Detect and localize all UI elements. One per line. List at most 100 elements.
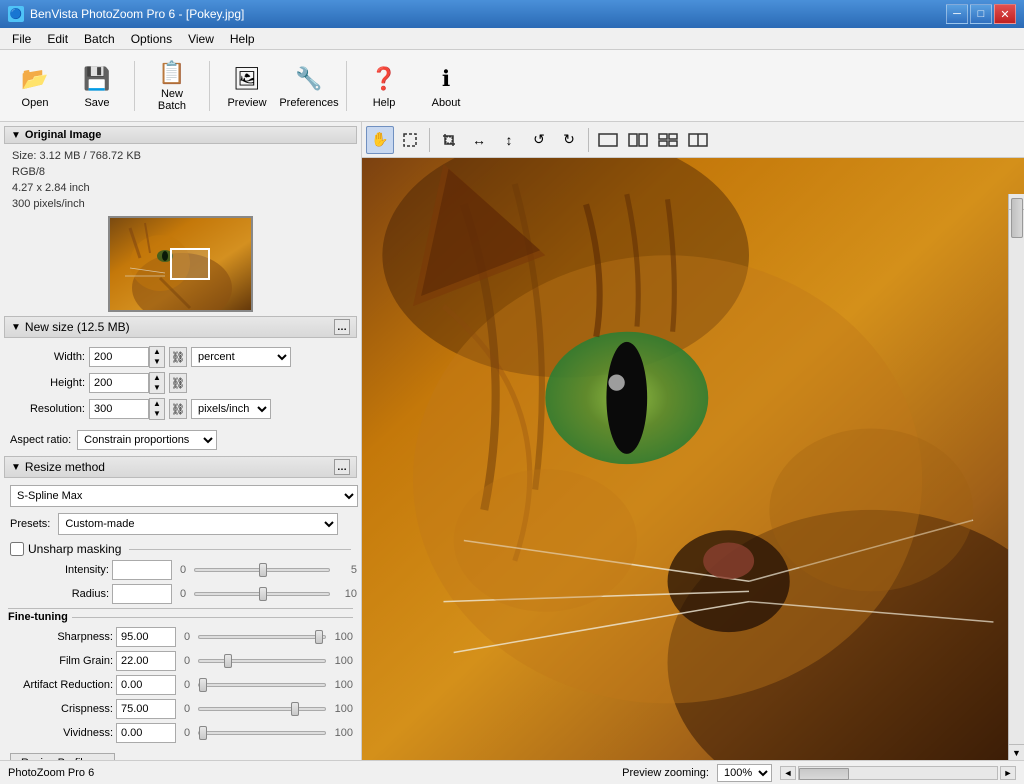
resize-method-select[interactable]: S-Spline Max S-Spline Lanczos Bicubic Bi… [10, 485, 358, 507]
crispness-input[interactable] [116, 699, 176, 719]
resolution-spin-buttons: ▲ ▼ [149, 398, 165, 420]
about-button[interactable]: ℹ About [417, 56, 475, 116]
width-input[interactable] [89, 347, 149, 367]
toolbar: 📂 Open 💾 Save 📋 New Batch 🖼 Preview 🔧 Pr… [0, 50, 1024, 122]
width-up-button[interactable]: ▲ [150, 347, 164, 357]
scroll-right-button[interactable]: ► [1000, 766, 1016, 780]
new-batch-icon: 📋 [156, 60, 188, 86]
sharpness-thumb[interactable] [315, 630, 323, 644]
rotate-cw-button[interactable]: ↻ [555, 126, 583, 154]
film-grain-thumb[interactable] [224, 654, 232, 668]
height-label: Height: [10, 377, 85, 389]
resize-profiles-button[interactable]: Resize Profiles... [10, 753, 115, 760]
height-input[interactable] [89, 373, 149, 393]
open-icon: 📂 [19, 63, 51, 95]
horizontal-scrollbar: ◄ ► [780, 766, 1016, 780]
height-down-button[interactable]: ▼ [150, 383, 164, 393]
split-view-1-button[interactable] [594, 126, 622, 154]
rotate-ccw-button[interactable]: ↺ [525, 126, 553, 154]
aspect-ratio-select[interactable]: Constrain proportions Free Custom [77, 430, 217, 450]
sharpness-zero: 0 [179, 631, 195, 643]
intensity-thumb[interactable] [259, 563, 267, 577]
menu-file[interactable]: File [4, 30, 39, 48]
preferences-button[interactable]: 🔧 Preferences [280, 56, 338, 116]
unit-select[interactable]: percent pixels inches cm mm [191, 347, 291, 367]
crispness-max: 100 [329, 703, 353, 715]
menu-options[interactable]: Options [123, 30, 180, 48]
open-button[interactable]: 📂 Open [6, 56, 64, 116]
intensity-input[interactable] [112, 560, 172, 580]
help-icon: ❓ [368, 63, 400, 95]
sharpness-input[interactable] [116, 627, 176, 647]
preferences-icon: 🔧 [293, 63, 325, 95]
resolution-up-button[interactable]: ▲ [150, 399, 164, 409]
image-size: Size: 3.12 MB / 768.72 KB [4, 148, 357, 164]
resolution-lock-button[interactable]: ⛓ [169, 399, 187, 419]
menu-help[interactable]: Help [222, 30, 263, 48]
split-view-3-button[interactable] [654, 126, 682, 154]
width-lock-button[interactable]: ⛓ [169, 347, 187, 367]
sharpness-max: 100 [329, 631, 353, 643]
flip-v-button[interactable]: ↕ [495, 126, 523, 154]
hscroll-thumb[interactable] [799, 768, 849, 780]
height-lock-button[interactable]: ⛓ [169, 373, 187, 393]
flip-h-button[interactable]: ↔ [465, 126, 493, 154]
menu-edit[interactable]: Edit [39, 30, 76, 48]
menu-bar: File Edit Batch Options View Help [0, 28, 1024, 50]
original-image-header: ▼ Original Image [4, 126, 357, 144]
film-grain-input[interactable] [116, 651, 176, 671]
radius-input[interactable] [112, 584, 172, 604]
hand-tool-button[interactable]: ✋ [366, 126, 394, 154]
save-button[interactable]: 💾 Save [68, 56, 126, 116]
resize-method-options-button[interactable]: … [334, 459, 350, 475]
artifact-track [198, 683, 326, 687]
crispness-thumb[interactable] [291, 702, 299, 716]
artifact-input[interactable] [116, 675, 176, 695]
minimize-button[interactable]: ─ [946, 4, 968, 24]
vividness-max: 100 [329, 727, 353, 739]
vividness-input[interactable] [116, 723, 176, 743]
vividness-label: Vividness: [8, 727, 113, 739]
scroll-thumb-vertical[interactable] [1011, 198, 1023, 238]
crop-tool-button[interactable] [435, 126, 463, 154]
new-batch-button[interactable]: 📋 New Batch [143, 56, 201, 116]
resolution-input[interactable] [89, 399, 149, 419]
new-size-title: New size (12.5 MB) [25, 320, 130, 334]
about-icon: ℹ [430, 63, 462, 95]
vividness-thumb[interactable] [199, 726, 207, 740]
split-view-4-button[interactable] [684, 126, 712, 154]
resolution-unit-select[interactable]: pixels/inch pixels/cm [191, 399, 271, 419]
zoom-select[interactable]: 100% 50% 75% 150% 200% [717, 764, 772, 782]
artifact-row: Artifact Reduction: 0 100 [8, 675, 353, 695]
resize-profiles-area: Resize Profiles... [4, 747, 357, 760]
crispness-row: Crispness: 0 100 [8, 699, 353, 719]
scroll-left-button[interactable]: ◄ [780, 766, 796, 780]
width-down-button[interactable]: ▼ [150, 357, 164, 367]
preview-button[interactable]: 🖼 Preview [218, 56, 276, 116]
toolbar-separator-3 [346, 61, 347, 111]
resolution-down-button[interactable]: ▼ [150, 409, 164, 419]
artifact-label: Artifact Reduction: [8, 679, 113, 691]
height-up-button[interactable]: ▲ [150, 373, 164, 383]
presets-select[interactable]: Custom-made Photo Illustration Low Quali… [58, 513, 338, 535]
split-4-icon [688, 132, 708, 148]
app-icon: 🔵 [8, 6, 24, 22]
intensity-max: 5 [333, 564, 357, 576]
vertical-scrollbar[interactable]: ▲ ▼ [1008, 194, 1024, 760]
resolution-row: Resolution: ▲ ▼ ⛓ pixels/inch pixels/cm [10, 398, 351, 420]
radius-thumb[interactable] [259, 587, 267, 601]
scroll-down-button[interactable]: ▼ [1009, 744, 1024, 760]
artifact-thumb[interactable] [199, 678, 207, 692]
unsharp-masking-checkbox[interactable] [10, 542, 24, 556]
menu-view[interactable]: View [180, 30, 222, 48]
maximize-button[interactable]: □ [970, 4, 992, 24]
close-button[interactable]: ✕ [994, 4, 1016, 24]
split-view-2-button[interactable] [624, 126, 652, 154]
help-label: Help [373, 97, 396, 109]
new-size-options-button[interactable]: … [334, 319, 350, 335]
resize-method-triangle: ▼ [11, 462, 21, 473]
menu-batch[interactable]: Batch [76, 30, 123, 48]
marquee-tool-button[interactable] [396, 126, 424, 154]
resize-method-title: Resize method [25, 460, 105, 474]
help-button[interactable]: ❓ Help [355, 56, 413, 116]
